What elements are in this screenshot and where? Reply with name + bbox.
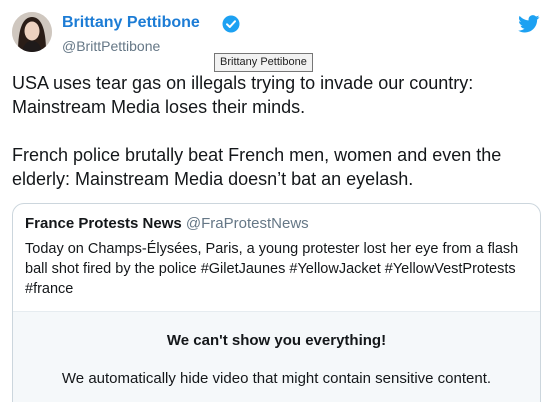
avatar[interactable] [12,12,52,52]
verified-badge-icon [222,15,240,33]
embedded-tweet: Brittany Pettibone @BrittPettibone Britt… [0,0,559,402]
tweet-text: USA uses tear gas on illegals trying to … [12,71,552,191]
tweet-paragraph: USA uses tear gas on illegals trying to … [12,73,474,117]
quoted-tweet-text: Today on Champs-Élysées, Paris, a young … [25,241,519,297]
twitter-bird-icon[interactable] [518,15,540,33]
quoted-author-name: France Protests News [25,215,182,232]
sensitive-notice-body: We automatically hide video that might c… [61,370,492,387]
tweet-paragraph: French police brutally beat French men, … [12,145,502,189]
name-tooltip: Brittany Pettibone [214,53,313,72]
quoted-tweet[interactable]: France Protests News @FraProtestNews Tod… [12,203,541,402]
sensitive-media-notice[interactable]: We can't show you everything! We automat… [13,311,540,402]
quoted-tweet-header: France Protests News @FraProtestNews [25,215,309,232]
author-handle[interactable]: @BrittPettibone [62,38,160,54]
sensitive-notice-title: We can't show you everything! [166,332,387,349]
author-display-name[interactable]: Brittany Pettibone [62,14,200,32]
quoted-author-handle: @FraProtestNews [185,215,309,232]
